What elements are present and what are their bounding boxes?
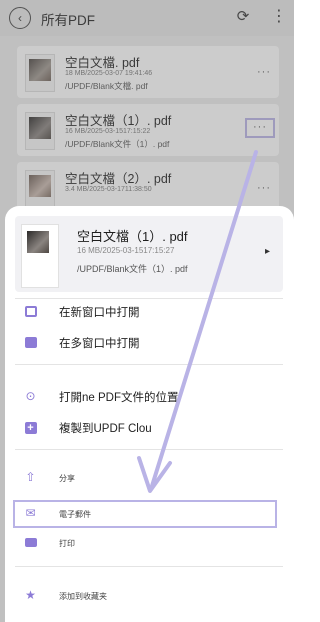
share-icon: ⇧ bbox=[25, 470, 36, 484]
menu-item-share[interactable]: ⇧ 分享 bbox=[15, 466, 283, 490]
divider bbox=[15, 364, 283, 365]
multi-window-icon bbox=[24, 336, 37, 349]
menu-item-label: 在新窗口中打開 bbox=[59, 307, 140, 319]
file-location-icon: ⊙ bbox=[25, 389, 36, 403]
menu-item-print[interactable]: 打印 bbox=[15, 531, 283, 555]
menu-item-label: 在多窗口中打開 bbox=[59, 338, 140, 350]
menu-item-copy-to-cloud[interactable]: + 複製到UPDF Clou bbox=[15, 416, 283, 440]
bottom-sheet: 空白文檔（1）. pdf 16 MB/2025-03-1517:15:27 /U… bbox=[5, 206, 294, 622]
divider bbox=[15, 298, 283, 299]
menu-item-label: 打印 bbox=[59, 539, 75, 548]
menu-item-open-multi-window[interactable]: 在多窗口中打開 bbox=[15, 331, 283, 355]
menu-item-label: 添加到收藏夹 bbox=[59, 592, 107, 601]
menu-item-label: 打開ne PDF文件的位置 bbox=[59, 392, 179, 404]
favorite-icon: ★ bbox=[25, 588, 36, 602]
print-icon bbox=[24, 536, 37, 549]
menu-item-label: 複製到UPDF Clou bbox=[59, 423, 152, 435]
menu-item-favorite[interactable]: ★ 添加到收藏夹 bbox=[15, 584, 283, 608]
menu-item-open-new-window[interactable]: 在新窗口中打開 bbox=[15, 300, 283, 324]
new-window-icon bbox=[24, 305, 37, 318]
app-screen: ‹ 所有PDF ⟳ ⋮ 空白文檔. pdf 18 MB/2025-03-07 1… bbox=[0, 0, 294, 622]
file-meta: 16 MB/2025-03-1517:15:27 bbox=[77, 246, 175, 255]
email-highlight-box bbox=[13, 500, 277, 528]
divider bbox=[15, 566, 283, 567]
divider bbox=[15, 449, 283, 450]
chevron-right-icon[interactable]: ▸ bbox=[265, 246, 270, 257]
copy-to-cloud-icon: + bbox=[24, 421, 37, 434]
file-path: /UPDF/Blank文件（1）. pdf bbox=[77, 264, 188, 274]
menu-item-file-location[interactable]: ⊙ 打開ne PDF文件的位置 bbox=[15, 385, 283, 409]
selected-file-card[interactable]: 空白文檔（1）. pdf 16 MB/2025-03-1517:15:27 /U… bbox=[15, 216, 283, 292]
file-name: 空白文檔（1）. pdf bbox=[77, 229, 188, 244]
menu-item-label: 分享 bbox=[59, 474, 75, 483]
file-thumbnail bbox=[21, 224, 59, 288]
